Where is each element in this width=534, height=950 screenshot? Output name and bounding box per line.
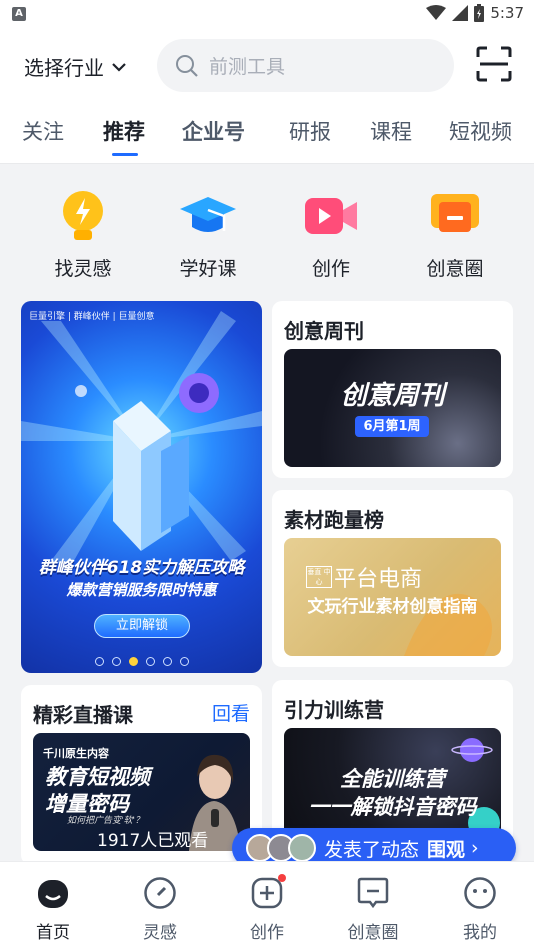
- carousel-dots: [21, 657, 262, 666]
- carousel-dot[interactable]: [111, 657, 121, 666]
- promo-banner[interactable]: 巨量引擎 | 群峰伙伴 | 巨量创意 群峰伙伴618实力解压攻略 爆款营销服务限…: [21, 301, 262, 673]
- home-icon: [38, 880, 68, 908]
- notification-a-icon: A: [12, 7, 26, 21]
- tab-short-video[interactable]: 短视频: [449, 116, 512, 146]
- activity-message: 发表了动态: [324, 838, 420, 861]
- top-header: 选择行业 前测工具: [0, 30, 534, 102]
- industry-label: 选择行业: [24, 56, 104, 80]
- quick-create[interactable]: 创作: [276, 188, 386, 281]
- nav-profile[interactable]: 我的: [440, 876, 520, 943]
- chat-box-icon: [431, 194, 479, 232]
- search-icon: [176, 54, 198, 77]
- card-title: 精彩直播课: [33, 703, 133, 727]
- quick-courses[interactable]: 学好课: [153, 188, 263, 281]
- nav-home[interactable]: 首页: [13, 876, 93, 943]
- viewer-count: 1917人已观看: [97, 831, 209, 851]
- tab-reports[interactable]: 研报: [289, 116, 331, 146]
- video-camera-icon: [305, 198, 357, 234]
- vertical-center-tag: 垂直 中心: [306, 566, 332, 588]
- carousel-dot[interactable]: [179, 657, 189, 666]
- cell-signal-icon: [452, 5, 469, 21]
- status-bar: A 5:37: [0, 0, 534, 30]
- unlock-now-button[interactable]: 立即解锁: [94, 614, 190, 638]
- replay-link[interactable]: 回看: [212, 699, 250, 726]
- nav-creative-circle[interactable]: 创意圈: [333, 876, 413, 943]
- card-title: 引力训练营: [284, 698, 384, 722]
- lightbulb-icon: [63, 191, 103, 240]
- industry-selector[interactable]: 选择行业: [24, 52, 126, 81]
- chevron-down-icon: [112, 62, 126, 72]
- notification-dot: [278, 874, 286, 882]
- material-ranking-image[interactable]: 垂直 中心 平台电商 文玩行业素材创意指南: [284, 538, 501, 656]
- tab-follow[interactable]: 关注: [22, 116, 64, 146]
- tab-enterprise[interactable]: 企业号: [182, 116, 245, 146]
- nav-inspiration[interactable]: 灵感: [120, 876, 200, 943]
- category-tabs: 关注 推荐 企业号 研报 课程 短视频: [0, 102, 534, 164]
- quick-creative-circle[interactable]: 创意圈: [400, 188, 510, 281]
- tab-recommended[interactable]: 推荐: [103, 116, 145, 146]
- banner-logos: 巨量引擎 | 群峰伙伴 | 巨量创意: [29, 312, 155, 322]
- live-course-image[interactable]: 千川原生内容 教育短视频 增量密码 如何把广告变'软'？ 1917人已观看: [33, 733, 250, 851]
- carousel-dot[interactable]: [145, 657, 155, 666]
- search-placeholder: 前测工具: [209, 56, 286, 78]
- tab-active-indicator: [112, 153, 138, 156]
- banner-title: 群峰伙伴618实力解压攻略: [38, 558, 245, 578]
- week-tag: 6月第1周: [355, 416, 429, 437]
- chevron-right-icon: ›: [471, 837, 479, 859]
- card-title: 素材跑量榜: [284, 508, 384, 532]
- graduation-cap-icon: [180, 197, 236, 232]
- search-bar[interactable]: 前测工具: [157, 39, 454, 92]
- carousel-dot-active[interactable]: [128, 657, 138, 666]
- card-title: 创意周刊: [284, 319, 364, 343]
- carousel-dot[interactable]: [94, 657, 104, 666]
- avatar-stack: [246, 834, 316, 862]
- banner-subtitle: 爆款营销服务限时特惠: [66, 581, 217, 599]
- scan-icon[interactable]: [476, 46, 512, 82]
- compass-icon: [144, 877, 176, 909]
- quick-actions: 找灵感 学好课 创作 创意圈: [0, 164, 534, 294]
- status-indicators: 5:37: [426, 4, 524, 22]
- watch-link[interactable]: 围观: [427, 835, 465, 862]
- material-ranking-card[interactable]: 素材跑量榜 垂直 中心 平台电商 文玩行业素材创意指南: [272, 490, 513, 667]
- wifi-icon: [426, 5, 447, 20]
- battery-icon: [474, 4, 485, 22]
- clock: 5:37: [490, 4, 524, 22]
- avatar: [288, 834, 316, 862]
- carousel-dot[interactable]: [162, 657, 172, 666]
- tab-courses[interactable]: 课程: [370, 116, 412, 146]
- creative-weekly-card[interactable]: 创意周刊 创意周刊 6月第1周: [272, 301, 513, 478]
- quick-inspiration[interactable]: 找灵感: [28, 188, 138, 281]
- bottom-navigation: 首页 灵感 创作 创意圈 我的: [0, 861, 534, 950]
- creative-weekly-image[interactable]: 创意周刊 6月第1周: [284, 349, 501, 467]
- profile-face-icon: [464, 877, 496, 909]
- live-course-card[interactable]: 精彩直播课 回看 千川原生内容 教育短视频 增量密码 如何把广告变'软'？ 19…: [21, 685, 262, 865]
- message-square-icon: [357, 877, 389, 909]
- nav-create[interactable]: 创作: [227, 874, 307, 943]
